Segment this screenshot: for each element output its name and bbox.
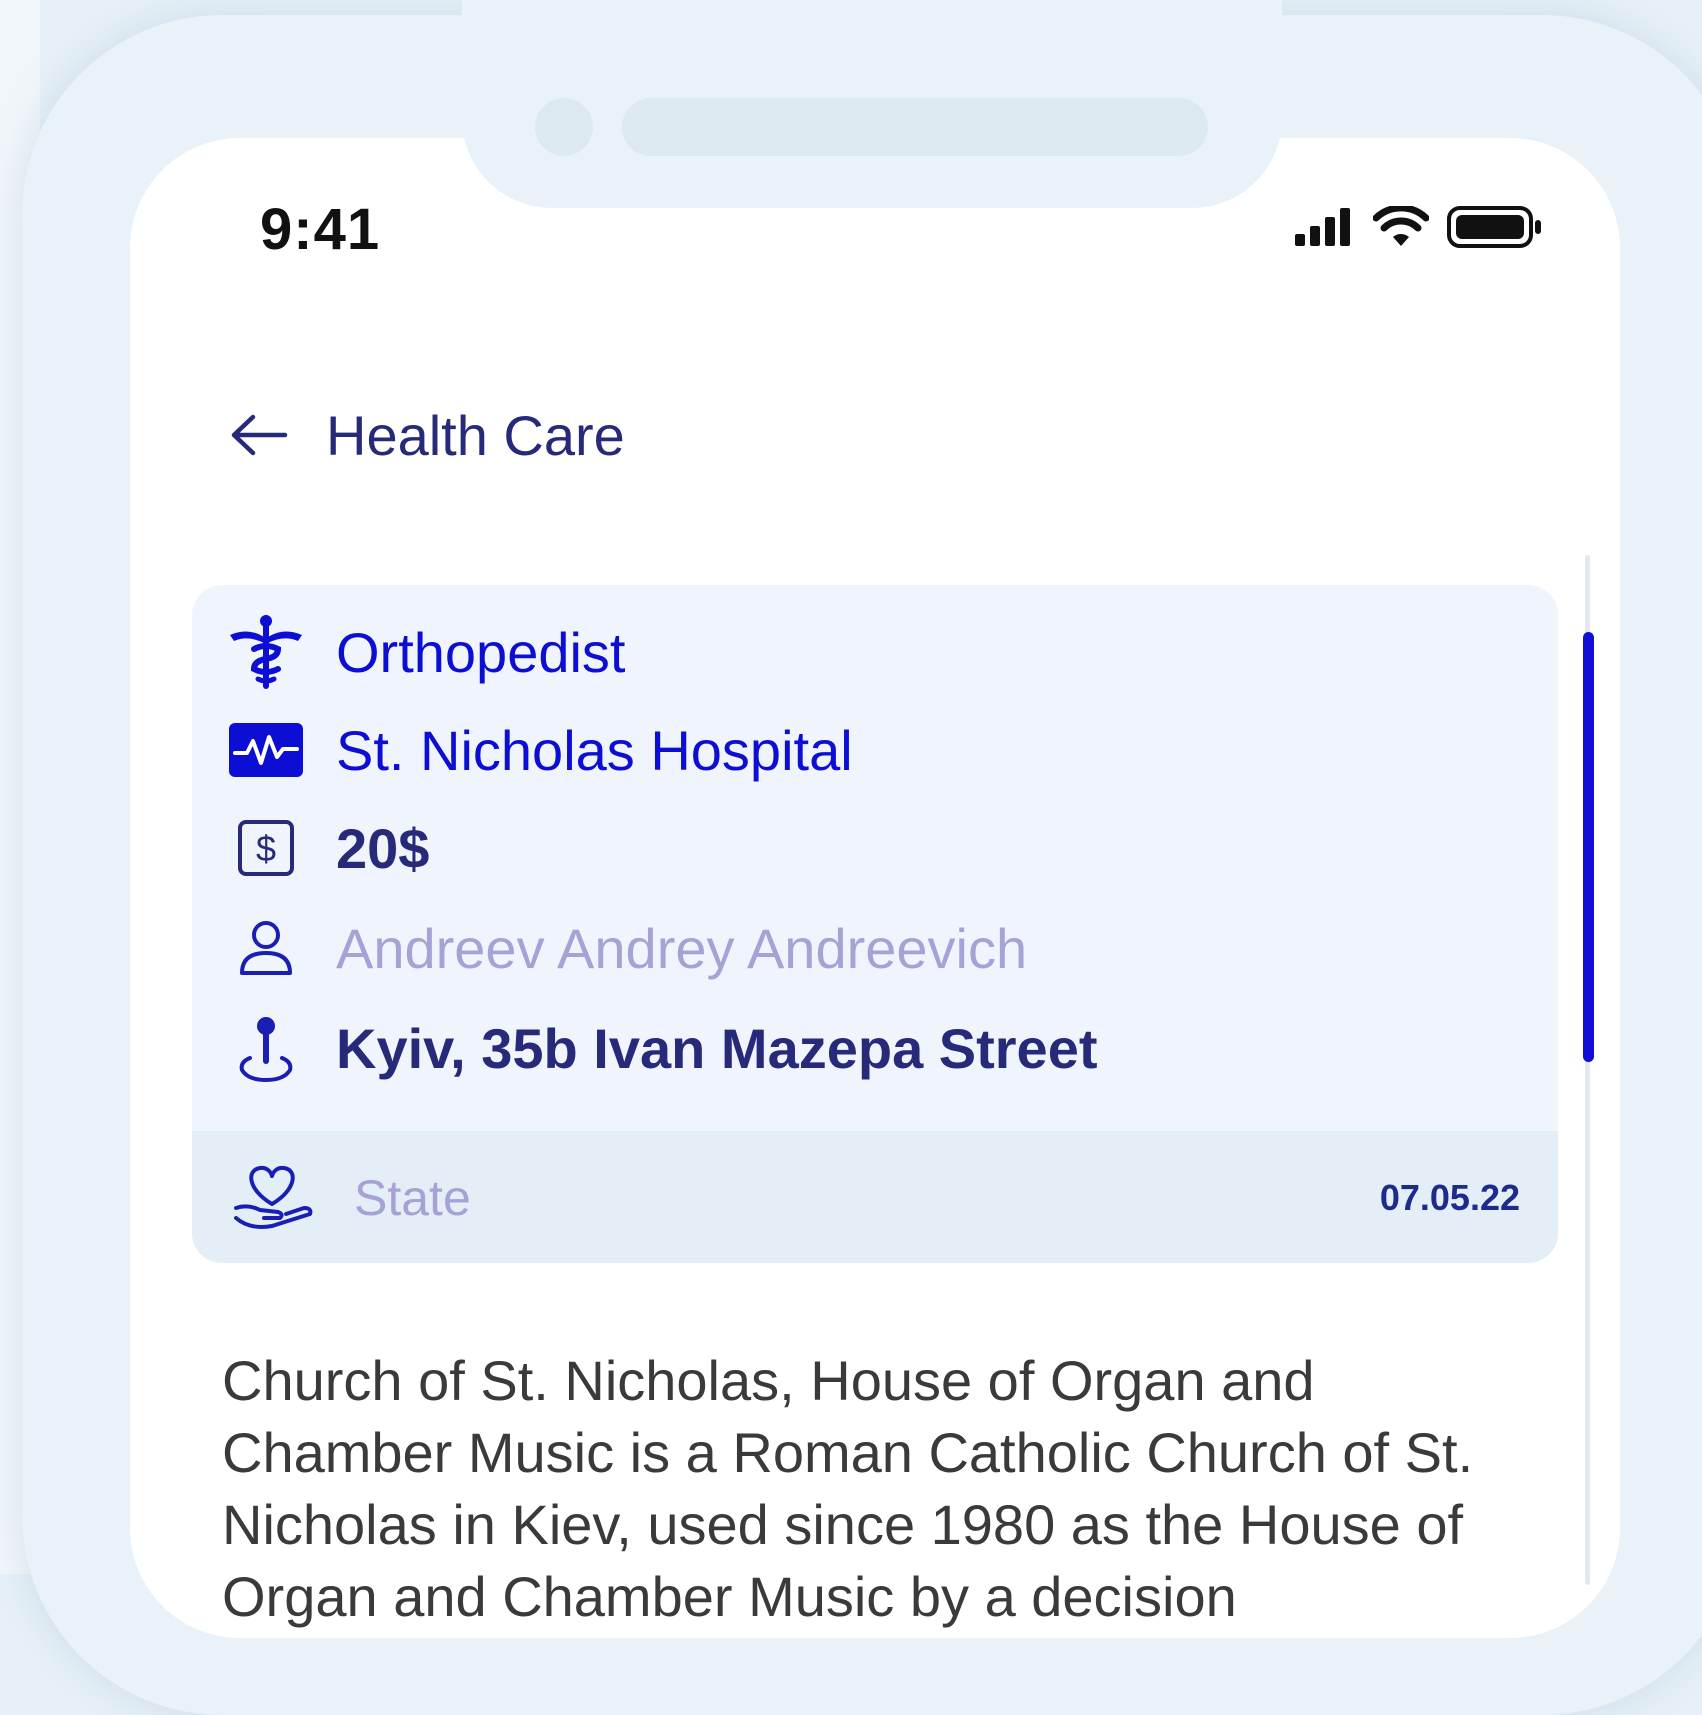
specialty-row: Orthopedist [226,607,626,697]
heartbeat-monitor-icon [226,710,306,790]
price-row: $ 20$ [226,803,429,893]
card-footer: State 07.05.22 [192,1131,1558,1263]
caduceus-icon [226,612,306,692]
camera-dot [535,98,593,156]
battery-icon [1447,206,1541,248]
address-row[interactable]: Kyiv, 35b Ivan Mazepa Street [226,1003,1098,1093]
status-icons [1295,204,1543,250]
price-label: 20$ [336,816,430,880]
state-label: State [354,1170,471,1226]
heart-hand-icon [232,1163,314,1233]
arrow-left-icon [231,414,288,456]
back-button[interactable] [228,404,290,466]
signal-icon [1295,208,1350,246]
hospital-label: St. Nicholas Hospital [336,718,853,782]
svg-text:$: $ [256,828,276,869]
address-label: Kyiv, 35b Ivan Mazepa Street [336,1016,1098,1080]
location-pin-icon [226,1008,306,1088]
appointment-card[interactable]: Orthopedist St. Nicholas Hospital $ 20$ … [192,585,1558,1263]
doctor-name: Andreev Andrey Andreevich [336,916,1028,980]
wifi-icon [1373,206,1429,246]
description-text: Church of St. Nicholas, House of Organ a… [222,1349,1474,1628]
header: Health Care [228,400,625,470]
state-indicator: State [232,1153,471,1243]
appointment-date: 07.05.22 [1379,1177,1520,1218]
specialty-label: Orthopedist [336,620,626,684]
user-icon [226,908,306,988]
speaker-grille [622,98,1208,156]
page-title: Health Care [326,403,625,467]
scrollbar-thumb[interactable] [1583,632,1594,1062]
status-time: 9:41 [260,197,381,262]
dollar-icon: $ [226,808,306,888]
hospital-row: St. Nicholas Hospital [226,705,853,795]
doctor-row: Andreev Andrey Andreevich [226,903,1027,993]
